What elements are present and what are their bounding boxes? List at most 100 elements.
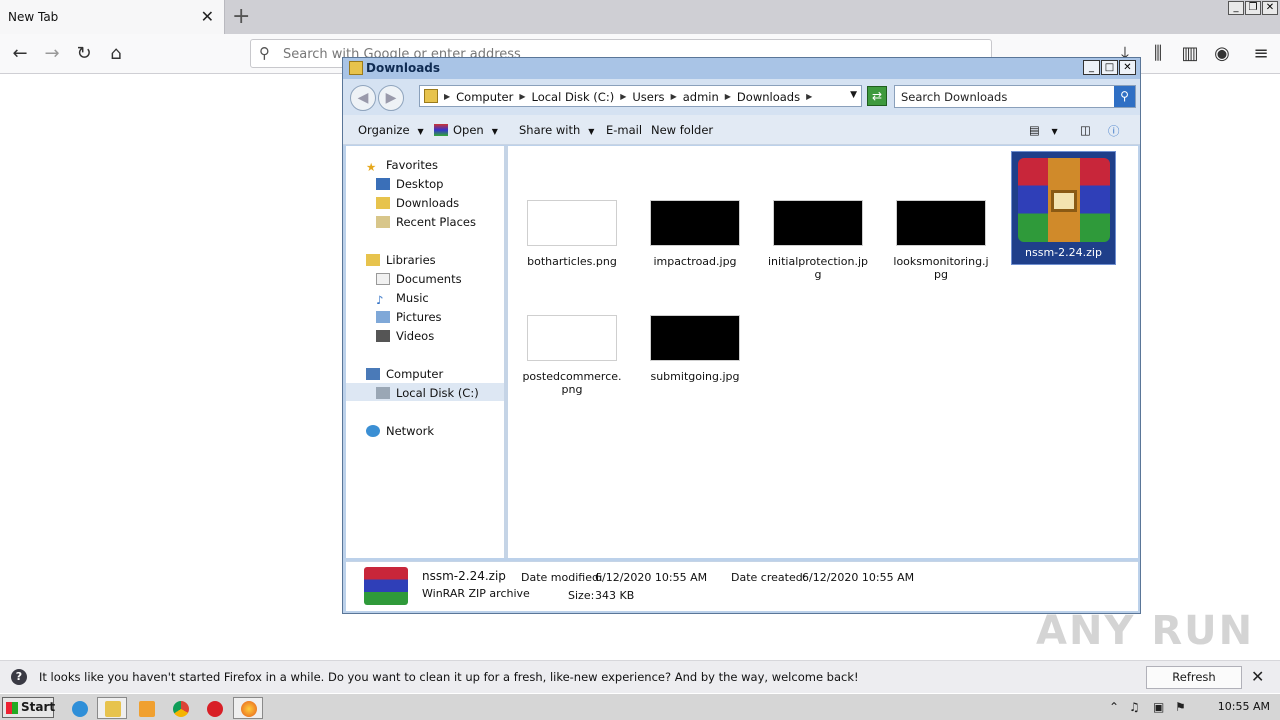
search-icon[interactable]: ⚲ [1114, 86, 1135, 107]
close-window-icon[interactable]: ✕ [1262, 1, 1278, 15]
notification-bar: ? It looks like you haven't started Fire… [0, 660, 1280, 705]
explorer-toolbar: Organize ▼ Open ▼ Share with ▼ E-mail New f… [343, 115, 1140, 145]
minimize-icon[interactable]: _ [1083, 60, 1100, 75]
taskbar-ie[interactable] [64, 697, 94, 719]
breadcrumb-users[interactable]: Users [632, 90, 664, 104]
minimize-icon[interactable]: _ [1228, 1, 1244, 15]
back-arrow-icon[interactable]: ← [8, 42, 32, 66]
refresh-firefox-button[interactable]: Refresh Firefox… [1146, 666, 1242, 705]
nav-desktop-label: Desktop [396, 177, 444, 191]
nav-videos[interactable]: Videos [376, 329, 434, 343]
drive-icon [376, 387, 390, 399]
taskbar-explorer[interactable] [97, 697, 127, 719]
refresh-icon[interactable]: ⇄ [867, 86, 887, 106]
start-label: Start [21, 700, 56, 714]
forward-arrow-icon[interactable]: → [40, 42, 64, 66]
back-button[interactable]: ◀ [350, 85, 376, 111]
account-icon[interactable]: ◉ [1210, 42, 1234, 66]
new-tab-plus-icon[interactable]: + [232, 4, 250, 29]
email-button[interactable]: E-mail [606, 123, 642, 137]
nav-computer-label: Computer [386, 367, 444, 381]
desktop-icon [376, 178, 390, 190]
details-file-name: nssm-2.24.zip [422, 569, 506, 583]
nav-pictures[interactable]: Pictures [376, 310, 442, 324]
nav-local-disk[interactable]: Local Disk (C:) [346, 383, 504, 401]
network-tray-icon[interactable]: ▣ [1153, 700, 1164, 714]
nav-videos-label: Videos [396, 329, 435, 343]
file-item[interactable]: botharticles.png [522, 200, 622, 268]
details-pane: nssm-2.24.zip WinRAR ZIP archive Date mo… [346, 561, 1138, 611]
menu-hamburger-icon[interactable]: ≡ [1249, 42, 1273, 66]
nav-favorites[interactable]: ★ Favorites [366, 158, 438, 174]
address-row: ◀ ▶ ▶ Computer ▶ Local Disk (C:) ▶ Users… [343, 79, 1140, 115]
navigation-pane: ★ Favorites Desktop Downloads Recent Plac… [346, 146, 504, 558]
view-icon[interactable]: ▤ ▼ [1029, 123, 1058, 137]
file-thumbnail [527, 315, 617, 361]
close-notification-icon[interactable]: ✕ [1251, 667, 1264, 686]
file-item[interactable]: looksmonitoring.jpg [891, 200, 991, 281]
nav-local-disk-label: Local Disk (C:) [396, 386, 479, 400]
taskbar-media-player[interactable] [131, 697, 161, 719]
tray-expand-icon[interactable]: ⌃ [1109, 700, 1119, 714]
nav-pictures-label: Pictures [396, 310, 442, 324]
taskbar-opera[interactable] [199, 697, 229, 719]
file-thumbnail [650, 200, 740, 246]
file-thumbnail [896, 200, 986, 246]
file-item[interactable]: initialprotection.jpg [768, 200, 868, 281]
internet-explorer-icon [72, 701, 88, 717]
action-center-flag-icon[interactable]: ⚑ [1175, 700, 1186, 714]
sidebar-icon[interactable]: ▥ [1178, 42, 1202, 66]
home-icon[interactable]: ⌂ [104, 42, 128, 66]
address-bar[interactable]: ▶ Computer ▶ Local Disk (C:) ▶ Users ▶ a… [419, 85, 862, 107]
preview-pane-icon[interactable]: ◫ [1080, 123, 1091, 137]
nav-libraries[interactable]: Libraries [366, 253, 436, 267]
nav-documents[interactable]: Documents [376, 272, 462, 286]
volume-icon[interactable]: ♫ [1129, 700, 1140, 714]
organize-label: Organize [358, 123, 410, 137]
file-item[interactable]: postedcommerce.png [522, 315, 622, 396]
breadcrumb-computer[interactable]: Computer [456, 90, 513, 104]
share-with-button[interactable]: Share with ▼ [519, 123, 594, 137]
nav-computer[interactable]: Computer [366, 367, 443, 381]
taskbar-clock[interactable]: 10:55 AM [1218, 700, 1270, 713]
breadcrumb-downloads[interactable]: Downloads [737, 90, 800, 104]
organize-button[interactable]: Organize ▼ [358, 123, 424, 137]
nav-recent-places[interactable]: Recent Places [376, 215, 476, 229]
breadcrumb-admin[interactable]: admin [683, 90, 719, 104]
network-icon [366, 425, 380, 437]
taskbar-firefox[interactable] [233, 697, 263, 719]
nav-music[interactable]: ♪ Music [376, 291, 429, 307]
help-icon[interactable]: ⓘ [1108, 123, 1120, 139]
pictures-icon [376, 311, 390, 323]
taskbar-chrome[interactable] [165, 697, 195, 719]
file-item-selected[interactable]: nssm-2.24.zip [1011, 151, 1116, 265]
file-name: nssm-2.24.zip [1025, 246, 1102, 259]
tab-new-tab[interactable]: New Tab ✕ [0, 0, 225, 34]
details-size: 343 KB [595, 589, 635, 602]
close-icon[interactable]: ✕ [1119, 60, 1136, 75]
details-date-modified-label: Date modified: [521, 571, 603, 584]
breadcrumb-local-disk[interactable]: Local Disk (C:) [531, 90, 614, 104]
reload-icon[interactable]: ↻ [72, 42, 96, 66]
start-button[interactable]: Start [2, 697, 56, 718]
file-item[interactable]: impactroad.jpg [645, 200, 745, 268]
close-tab-icon[interactable]: ✕ [201, 7, 214, 26]
library-icon[interactable]: ⫼ [1146, 42, 1170, 66]
search-input[interactable]: Search Downloads ⚲ [894, 85, 1136, 108]
details-size-label: Size: [568, 589, 595, 602]
nav-downloads[interactable]: Downloads [376, 196, 459, 210]
details-date-modified: 6/12/2020 10:55 AM [595, 571, 708, 584]
file-item[interactable]: submitgoing.jpg [645, 315, 745, 383]
chevron-down-icon[interactable]: ▼ [850, 90, 857, 100]
new-folder-button[interactable]: New folder [651, 123, 713, 137]
open-label: Open [453, 123, 484, 137]
breadcrumb: ▶ Computer ▶ Local Disk (C:) ▶ Users ▶ a… [444, 90, 813, 104]
explorer-title-bar[interactable]: Downloads _ □ ✕ [343, 58, 1140, 79]
open-button[interactable]: Open ▼ [434, 123, 498, 137]
nav-desktop[interactable]: Desktop [376, 177, 443, 191]
restore-icon[interactable]: ❐ [1245, 1, 1261, 15]
maximize-icon[interactable]: □ [1101, 60, 1118, 75]
folder-icon [424, 89, 438, 103]
forward-button[interactable]: ▶ [378, 85, 404, 111]
nav-network[interactable]: Network [366, 424, 434, 438]
